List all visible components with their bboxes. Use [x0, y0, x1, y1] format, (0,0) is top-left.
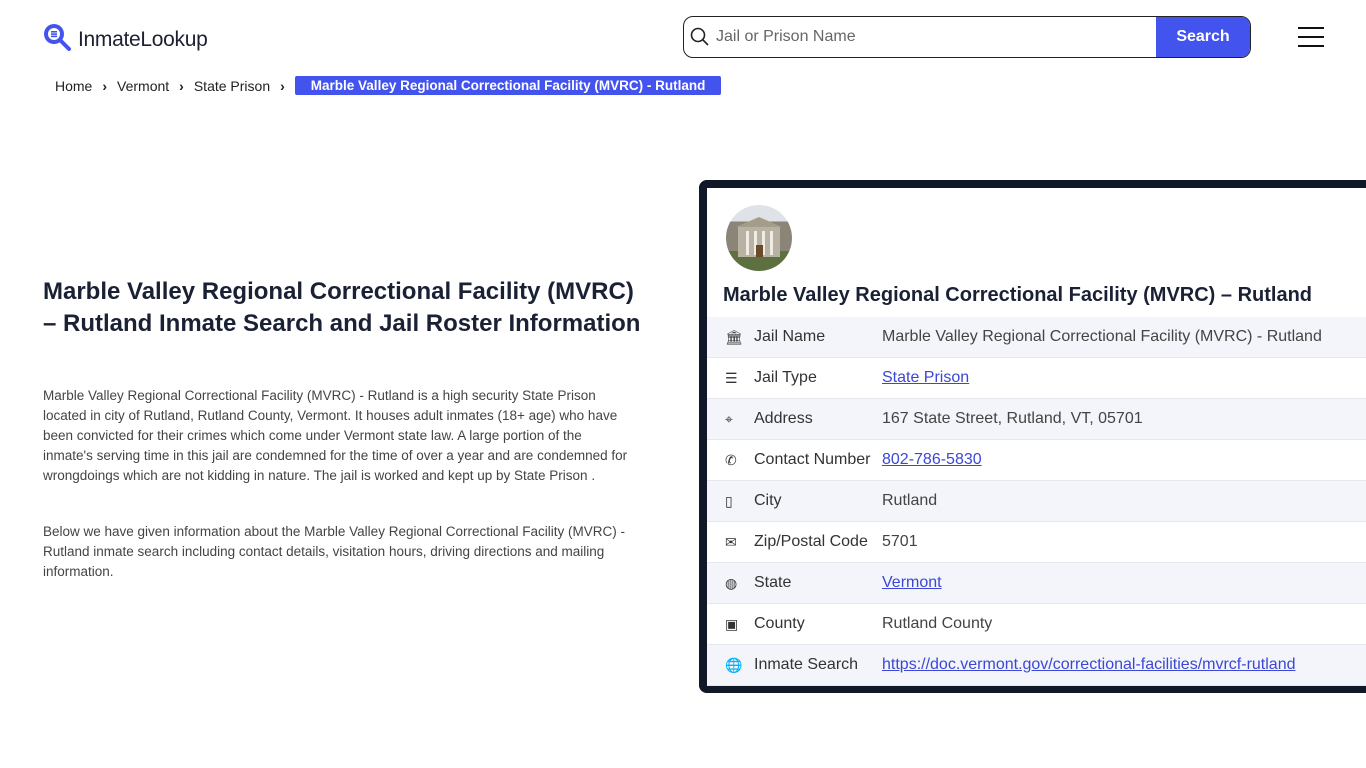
- detail-row: ✉ Zip/Postal Code 5701: [707, 522, 1366, 563]
- detail-value: 802-786-5830: [882, 451, 982, 469]
- detail-value: Vermont: [882, 574, 942, 592]
- search-input[interactable]: [716, 17, 1156, 57]
- page-title: Marble Valley Regional Correctional Faci…: [43, 278, 641, 337]
- facility-photo: [726, 205, 792, 271]
- detail-row: ◍ State Vermont: [707, 563, 1366, 604]
- county-icon: ▣: [725, 615, 739, 632]
- chevron-right-icon: ›: [280, 77, 285, 94]
- phone-icon: ✆: [725, 451, 737, 468]
- detail-label: Address: [754, 410, 813, 427]
- detail-row: 🌐 Inmate Search https://doc.vermont.gov/co…: [707, 645, 1366, 686]
- breadcrumb-home[interactable]: Home: [55, 78, 92, 94]
- detail-link[interactable]: Vermont: [882, 574, 942, 591]
- description-paragraph: Marble Valley Regional Correctional Faci…: [43, 388, 628, 483]
- detail-label: County: [754, 615, 805, 632]
- detail-row: ▣ County Rutland County: [707, 604, 1366, 645]
- detail-row: 🏛 Jail Name Marble Valley Regional Correct…: [707, 317, 1366, 358]
- map-pin-icon: ⌖: [725, 410, 733, 427]
- breadcrumb-vermont[interactable]: Vermont: [117, 78, 169, 94]
- bank-icon: 🏛: [725, 328, 743, 345]
- search-bar: Search: [683, 16, 1251, 58]
- detail-value: 5701: [882, 533, 918, 550]
- chevron-right-icon: ›: [102, 77, 108, 94]
- detail-label: State: [754, 574, 792, 591]
- list-icon: ☰: [725, 369, 738, 386]
- detail-label: Contact Number: [754, 451, 871, 468]
- detail-label: Zip/Postal Code: [754, 533, 868, 550]
- detail-value: https://doc.vermont.gov/correctional-fac…: [882, 656, 1295, 674]
- breadcrumb-state-prison[interactable]: State Prison: [194, 78, 270, 94]
- card-title: Marble Valley Regional Correctional Faci…: [723, 284, 1313, 306]
- detail-label: Inmate Search: [754, 656, 859, 673]
- detail-label: Jail Name: [754, 328, 826, 345]
- menu-icon[interactable]: [1298, 27, 1324, 47]
- detail-value: 167 State Street, Rutland, VT, 05701: [882, 410, 1143, 427]
- detail-link[interactable]: https://doc.vermont.gov/correctional-fac…: [882, 656, 1295, 673]
- map-icon: ▯: [725, 492, 733, 509]
- mail-icon: ✉: [725, 533, 737, 550]
- detail-value: Rutland: [882, 492, 938, 509]
- search-button[interactable]: Search: [1156, 17, 1250, 57]
- search-icon: [684, 17, 716, 57]
- detail-value: Rutland County: [882, 615, 993, 632]
- world-icon: 🌐: [725, 656, 743, 673]
- detail-link[interactable]: 802-786-5830: [882, 451, 982, 468]
- globe-icon: ◍: [725, 574, 738, 591]
- detail-link[interactable]: State Prison: [882, 369, 969, 386]
- detail-label: Jail Type: [754, 369, 817, 386]
- detail-value: Marble Valley Regional Correctional Faci…: [882, 328, 1322, 345]
- detail-row: ☰ Jail Type State Prison: [707, 358, 1366, 399]
- detail-row: ✆ Contact Number 802-786-5830: [707, 440, 1366, 481]
- detail-row: ⌖ Address 167 State Street, Rutland, VT, 0…: [707, 399, 1366, 440]
- detail-value: State Prison: [882, 369, 969, 387]
- detail-label: City: [754, 492, 782, 509]
- logo-icon: [42, 22, 72, 57]
- detail-row: ▯ City Rutland: [707, 481, 1366, 522]
- breadcrumb-current: Marble Valley Regional Correctional Faci…: [294, 76, 722, 95]
- info-paragraph: Below we have given information about th…: [43, 524, 626, 579]
- logo-text: InmateLookup: [78, 27, 208, 51]
- chevron-right-icon: ›: [179, 77, 184, 94]
- logo[interactable]: InmateLookup: [42, 22, 208, 57]
- facility-card: Marble Valley Regional Correctional Faci…: [699, 180, 1366, 693]
- facility-details: 🏛 Jail Name Marble Valley Regional Correct…: [707, 317, 1366, 686]
- breadcrumb: Home › Vermont › State Prison › Marble Vall…: [55, 76, 722, 95]
